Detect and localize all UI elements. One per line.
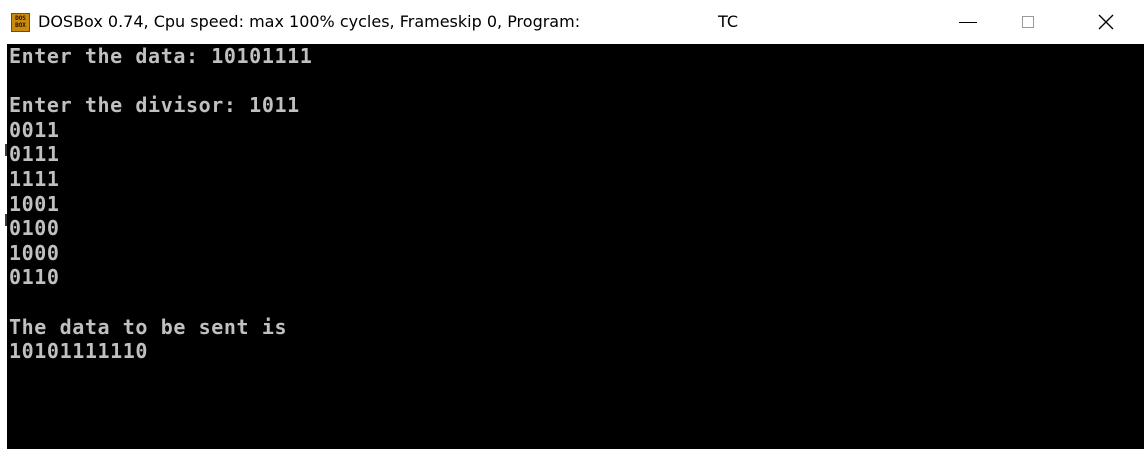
terminal-line: 1001 xyxy=(9,191,60,216)
close-button[interactable] xyxy=(1083,0,1129,44)
terminal-line: 0100 xyxy=(9,216,60,241)
title-bar[interactable]: DOS BOX DOSBox 0.74, Cpu speed: max 100% … xyxy=(0,0,1144,44)
terminal-line: Enter the data: 10101111 xyxy=(9,44,313,68)
dosbox-app-icon[interactable]: DOS BOX xyxy=(11,13,30,32)
terminal-line: Enter the divisor: 1011 xyxy=(9,93,300,118)
program-name: TC xyxy=(718,12,739,31)
minimize-icon xyxy=(959,22,977,23)
terminal-line: 0110 xyxy=(9,265,60,290)
terminal-line: 1111 xyxy=(9,167,60,191)
terminal-line: 10101111110 xyxy=(9,339,149,364)
minimize-button[interactable] xyxy=(948,0,994,44)
close-icon xyxy=(1098,14,1114,30)
maximize-button[interactable] xyxy=(1013,0,1059,44)
dosbox-window: DOS BOX DOSBox 0.74, Cpu speed: max 100% … xyxy=(0,0,1144,449)
terminal-line: 0111 xyxy=(9,142,60,167)
maximize-icon xyxy=(1022,16,1034,28)
terminal-screen[interactable]: Enter the data: 10101111 Enter the diviso… xyxy=(7,44,1144,449)
window-title: DOSBox 0.74, Cpu speed: max 100% cycles,… xyxy=(38,12,581,31)
terminal-line: 1000 xyxy=(9,240,60,265)
terminal-line: 0011 xyxy=(9,117,60,142)
terminal-line: The data to be sent is xyxy=(9,314,288,339)
window-left-border xyxy=(0,44,7,449)
